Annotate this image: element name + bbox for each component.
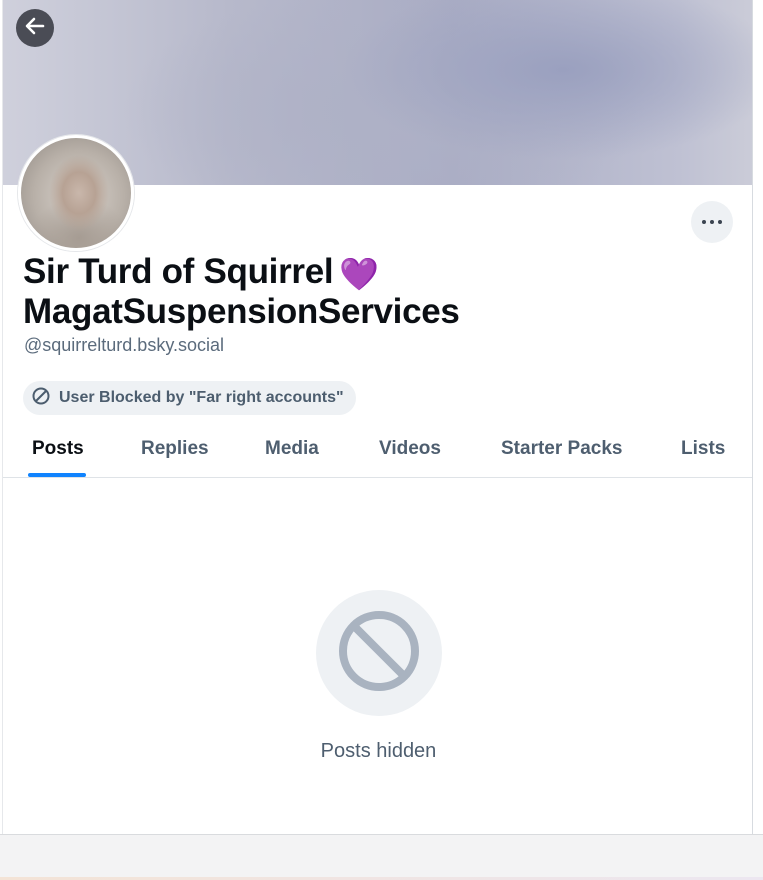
tab-videos[interactable]: Videos: [379, 426, 441, 478]
tab-media[interactable]: Media: [265, 426, 319, 478]
display-name: Sir Turd of Squirrel 💜 MagatSuspensionSer…: [23, 253, 723, 331]
tab-lists[interactable]: Lists: [681, 426, 725, 478]
arrow-left-icon: [23, 14, 47, 43]
tab-starter-packs[interactable]: Starter Packs: [501, 426, 622, 478]
display-name-line1: Sir Turd of Squirrel: [23, 252, 334, 291]
tab-posts[interactable]: Posts: [32, 426, 84, 478]
back-button[interactable]: [16, 9, 54, 47]
display-name-line2: MagatSuspensionServices: [23, 292, 460, 331]
tab-replies[interactable]: Replies: [141, 426, 209, 478]
page: Sir Turd of Squirrel 💜 MagatSuspensionSer…: [0, 0, 763, 880]
profile-handle[interactable]: @squirrelturd.bsky.social: [24, 335, 224, 356]
posts-hidden-message: Posts hidden: [320, 740, 437, 762]
purple-heart-emoji: 💜: [339, 256, 379, 292]
blocked-label-text: User Blocked by "Far right accounts": [59, 389, 344, 406]
posts-hidden-icon-circle: [316, 590, 442, 716]
more-options-button[interactable]: [691, 201, 733, 243]
block-icon: [31, 386, 51, 411]
profile-tabs: Posts Replies Media Videos Starter Packs…: [3, 426, 752, 478]
ellipsis-icon: [700, 220, 724, 224]
block-icon: [337, 609, 421, 698]
avatar[interactable]: [18, 135, 134, 251]
bottom-bar: [0, 834, 763, 880]
profile-panel: Sir Turd of Squirrel 💜 MagatSuspensionSer…: [2, 0, 753, 834]
blocked-label-pill[interactable]: User Blocked by "Far right accounts": [23, 381, 356, 415]
active-tab-indicator: [28, 473, 86, 477]
